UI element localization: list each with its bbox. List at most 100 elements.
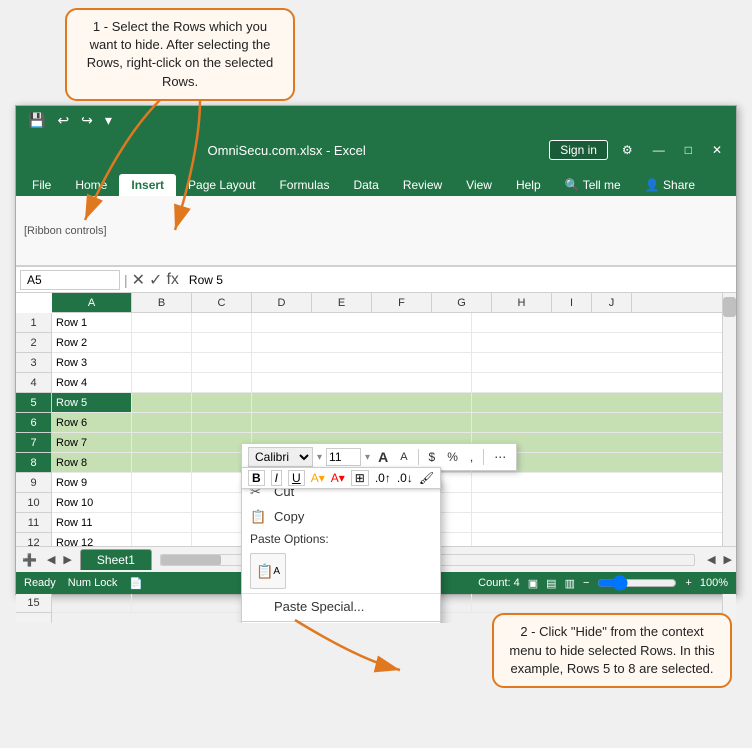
cell-a9[interactable]: Row 9 xyxy=(52,473,132,492)
tab-view[interactable]: View xyxy=(454,174,504,196)
page-layout-icon[interactable]: 📄 xyxy=(129,577,143,590)
cell-def4[interactable] xyxy=(252,373,472,392)
row-header-9[interactable]: 9 xyxy=(16,473,51,493)
highlight-color-btn[interactable]: A▾ xyxy=(311,471,325,485)
cell-b4[interactable] xyxy=(132,373,192,392)
font-size-input[interactable] xyxy=(326,448,361,466)
cell-c2[interactable] xyxy=(192,333,252,352)
maximize-icon[interactable]: □ xyxy=(679,141,698,159)
cell-b10[interactable] xyxy=(132,493,192,512)
formula-input[interactable] xyxy=(183,273,732,287)
col-header-b[interactable]: B xyxy=(132,293,192,312)
col-header-g[interactable]: G xyxy=(432,293,492,312)
confirm-formula-icon[interactable]: ✓ xyxy=(149,270,162,290)
tab-formulas[interactable]: Formulas xyxy=(267,174,341,196)
font-grow-btn[interactable]: A xyxy=(374,448,392,466)
ctx-copy[interactable]: 📋 Copy xyxy=(242,504,440,529)
cell-b11[interactable] xyxy=(132,513,192,532)
row-header-1[interactable]: 1 xyxy=(16,313,51,333)
ctx-paste-special[interactable]: Paste Special... xyxy=(242,594,440,619)
redo-icon[interactable]: ↪ xyxy=(77,110,97,131)
row-header-3[interactable]: 3 xyxy=(16,353,51,373)
row-header-6[interactable]: 6 xyxy=(16,413,51,433)
col-header-h[interactable]: H xyxy=(492,293,552,312)
tab-insert[interactable]: Insert xyxy=(119,174,176,196)
zoom-slider[interactable] xyxy=(597,575,677,591)
tab-tell-me[interactable]: 🔍 Tell me xyxy=(553,174,633,196)
italic-btn[interactable]: I xyxy=(271,470,282,486)
col-header-f[interactable]: F xyxy=(372,293,432,312)
cell-a1[interactable]: Row 1 xyxy=(52,313,132,332)
cell-b1[interactable] xyxy=(132,313,192,332)
tab-page-layout[interactable]: Page Layout xyxy=(176,174,267,196)
cell-a11[interactable]: Row 11 xyxy=(52,513,132,532)
cell-b5[interactable] xyxy=(132,393,192,412)
row-header-5[interactable]: 5 xyxy=(16,393,51,413)
cell-c6[interactable] xyxy=(192,413,252,432)
col-header-c[interactable]: C xyxy=(192,293,252,312)
row-header-7[interactable]: 7 xyxy=(16,433,51,453)
tab-review[interactable]: Review xyxy=(391,174,454,196)
format-painter-btn[interactable]: 🖌 xyxy=(419,471,434,485)
dec-decimal-btn[interactable]: .0↓ xyxy=(397,471,413,485)
row-header-4[interactable]: 4 xyxy=(16,373,51,393)
tab-share[interactable]: 👤 Share xyxy=(633,174,707,196)
h-scroll-thumb[interactable] xyxy=(161,555,221,565)
cell-def1[interactable] xyxy=(252,313,472,332)
cell-c1[interactable] xyxy=(192,313,252,332)
cell-def2[interactable] xyxy=(252,333,472,352)
sheet-prev-btn[interactable]: ◀ xyxy=(43,553,59,566)
undo-icon[interactable]: ↩ xyxy=(53,110,73,131)
cell-b2[interactable] xyxy=(132,333,192,352)
sheet-add-btn[interactable]: ➕ xyxy=(16,553,43,567)
cell-a10[interactable]: Row 10 xyxy=(52,493,132,512)
col-header-i[interactable]: I xyxy=(552,293,592,312)
cell-a8[interactable]: Row 8 xyxy=(52,453,132,472)
tab-home[interactable]: Home xyxy=(63,174,119,196)
sheet-next-btn[interactable]: ▶ xyxy=(59,553,75,566)
window-settings-icon[interactable]: ⚙ xyxy=(616,141,639,159)
paste-btn[interactable]: 📋 A xyxy=(250,553,286,589)
sign-in-button[interactable]: Sign in xyxy=(549,140,608,160)
h-scroll-left-btn[interactable]: ◀ xyxy=(703,553,719,566)
cell-a3[interactable]: Row 3 xyxy=(52,353,132,372)
name-box-input[interactable] xyxy=(20,270,120,290)
h-scroll-right-btn[interactable]: ▶ xyxy=(720,553,736,566)
zoom-in-icon[interactable]: + xyxy=(685,577,691,589)
col-header-j[interactable]: J xyxy=(592,293,632,312)
customize-icon[interactable]: ▾ xyxy=(101,110,116,131)
cell-def6[interactable] xyxy=(252,413,472,432)
cell-b3[interactable] xyxy=(132,353,192,372)
cell-def3[interactable] xyxy=(252,353,472,372)
bold-btn[interactable]: B xyxy=(248,470,265,486)
cell-a2[interactable]: Row 2 xyxy=(52,333,132,352)
row-header-10[interactable]: 10 xyxy=(16,493,51,513)
cell-b7[interactable] xyxy=(132,433,192,452)
font-color-btn[interactable]: A▾ xyxy=(331,471,345,485)
tab-file[interactable]: File xyxy=(20,174,63,196)
v-scroll-thumb[interactable] xyxy=(723,297,736,317)
comma-btn[interactable]: , xyxy=(466,449,477,465)
sheet-tab-1[interactable]: Sheet1 xyxy=(80,549,152,570)
font-shrink-btn[interactable]: A xyxy=(396,450,411,464)
row-header-11[interactable]: 11 xyxy=(16,513,51,533)
save-icon[interactable]: 💾 xyxy=(24,110,49,131)
col-header-d[interactable]: D xyxy=(252,293,312,312)
page-layout-view-icon[interactable]: ▤ xyxy=(546,577,556,590)
normal-view-icon[interactable]: ▣ xyxy=(528,577,538,590)
col-header-a[interactable]: A xyxy=(52,293,132,312)
row-header-8[interactable]: 8 xyxy=(16,453,51,473)
cell-def5[interactable] xyxy=(252,393,472,412)
insert-function-icon[interactable]: fx xyxy=(166,271,178,289)
minimize-icon[interactable]: — xyxy=(647,141,671,159)
cell-a7[interactable]: Row 7 xyxy=(52,433,132,452)
col-header-e[interactable]: E xyxy=(312,293,372,312)
cell-b8[interactable] xyxy=(132,453,192,472)
row-header-2[interactable]: 2 xyxy=(16,333,51,353)
percent-btn[interactable]: % xyxy=(443,449,462,465)
cell-a6[interactable]: Row 6 xyxy=(52,413,132,432)
cell-b9[interactable] xyxy=(132,473,192,492)
cell-a15[interactable] xyxy=(52,593,132,612)
cell-c3[interactable] xyxy=(192,353,252,372)
cell-b6[interactable] xyxy=(132,413,192,432)
